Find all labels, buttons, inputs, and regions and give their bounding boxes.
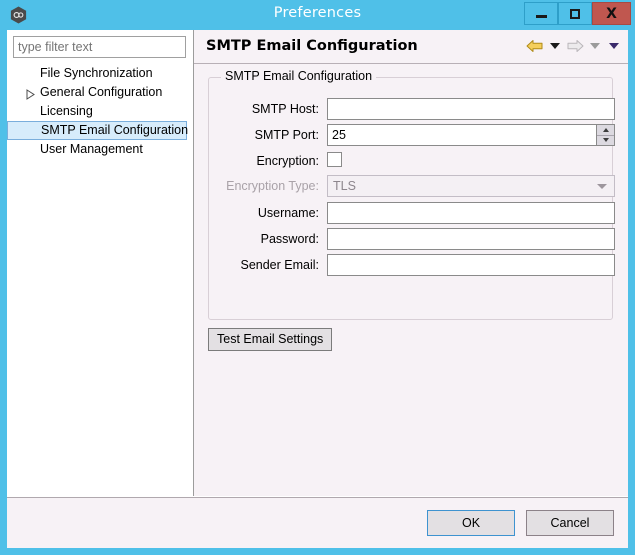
encryption-checkbox[interactable]: [327, 152, 342, 167]
test-email-settings-button[interactable]: Test Email Settings: [208, 328, 333, 351]
sidebar-item-label: General Configuration: [40, 85, 163, 99]
maximize-icon: [559, 3, 591, 24]
page-nav-toolbar[interactable]: [526, 37, 622, 55]
filter-input[interactable]: [13, 36, 186, 58]
dialog-client-area: File Synchronization General Configurati…: [7, 30, 628, 548]
field-row-smtp-host: SMTP Host:: [209, 97, 615, 121]
close-icon: X: [606, 5, 617, 22]
field-row-encryption-type: Encryption Type: TLS: [209, 174, 615, 198]
chevron-up-icon: [602, 127, 609, 132]
smtp-port-increment-button[interactable]: [597, 125, 614, 136]
preferences-tree-panel: File Synchronization General Configurati…: [7, 30, 194, 496]
sidebar-item-label: SMTP Email Configuration: [41, 123, 189, 137]
preferences-tree[interactable]: File Synchronization General Configurati…: [7, 64, 193, 159]
sidebar-item-general-configuration[interactable]: General Configuration: [7, 83, 193, 102]
minimize-button[interactable]: [524, 2, 558, 25]
forward-arrow-icon: [567, 40, 584, 52]
page-header: SMTP Email Configuration: [194, 30, 628, 64]
smtp-port-decrement-button[interactable]: [597, 135, 614, 145]
sidebar-item-label: File Synchronization: [40, 66, 153, 80]
smtp-host-input[interactable]: [327, 98, 615, 120]
page-title: SMTP Email Configuration: [206, 38, 418, 54]
field-row-smtp-port: SMTP Port:: [209, 123, 615, 147]
ok-button[interactable]: OK: [427, 510, 515, 536]
username-label: Username:: [257, 206, 319, 220]
encryption-label: Encryption:: [256, 154, 319, 168]
title-bar[interactable]: Preferences X: [0, 0, 635, 30]
sidebar-item-label: Licensing: [40, 104, 93, 118]
minimize-icon: [525, 3, 557, 24]
smtp-port-input[interactable]: [327, 124, 597, 146]
username-input[interactable]: [327, 202, 615, 224]
encryption-type-value: TLS: [333, 179, 356, 193]
sidebar-item-licensing[interactable]: Licensing: [7, 102, 193, 121]
encryption-type-select[interactable]: TLS: [327, 175, 615, 197]
password-input[interactable]: [327, 228, 615, 250]
cancel-button[interactable]: Cancel: [526, 510, 614, 536]
back-dropdown-chevron-down-icon[interactable]: [550, 43, 560, 49]
sidebar-item-label: User Management: [40, 142, 143, 156]
smtp-port-stepper[interactable]: [597, 124, 615, 146]
sidebar-item-smtp-email-configuration[interactable]: SMTP Email Configuration: [7, 121, 189, 140]
dialog-footer: OK Cancel: [7, 497, 628, 548]
password-label: Password:: [260, 232, 319, 246]
expand-arrow-icon[interactable]: [26, 87, 35, 100]
back-arrow-icon[interactable]: [526, 37, 544, 55]
field-row-sender-email: Sender Email:: [209, 253, 615, 277]
smtp-host-label: SMTP Host:: [251, 102, 319, 116]
sender-email-label: Sender Email:: [240, 258, 319, 272]
chevron-down-icon: [602, 138, 609, 143]
close-button[interactable]: X: [592, 2, 631, 25]
field-row-password: Password:: [209, 227, 615, 251]
page-menu-chevron-down-icon[interactable]: [609, 43, 619, 49]
smtp-settings-group: SMTP Email Configuration SMTP Host: SMTP…: [208, 69, 615, 320]
preferences-window: Preferences X File Synchronization: [0, 0, 635, 555]
chevron-down-icon: [597, 184, 607, 189]
encryption-type-label: Encryption Type:: [226, 179, 319, 193]
field-row-username: Username:: [209, 201, 615, 225]
forward-dropdown-chevron-down-icon: [590, 43, 600, 49]
preference-page-panel: SMTP Email Configuration SMTP Email Conf…: [194, 30, 628, 496]
sidebar-item-file-synchronization[interactable]: File Synchronization: [7, 64, 193, 83]
sidebar-item-user-management[interactable]: User Management: [7, 140, 193, 159]
field-row-encryption: Encryption:: [209, 149, 614, 173]
sender-email-input[interactable]: [327, 254, 615, 276]
group-legend: SMTP Email Configuration: [221, 69, 377, 83]
maximize-button[interactable]: [558, 2, 592, 25]
smtp-port-label: SMTP Port:: [254, 128, 319, 142]
